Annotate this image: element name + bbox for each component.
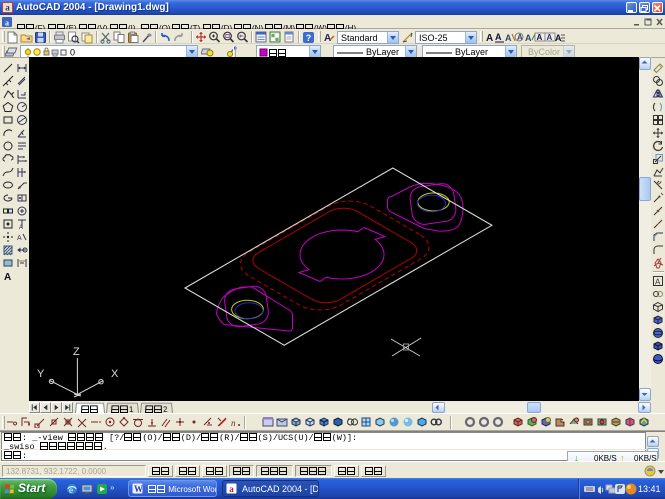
svg-text:A: A — [19, 225, 23, 230]
svg-text:A: A — [547, 33, 553, 42]
svg-text:A: A — [505, 33, 512, 43]
svg-text:a: a — [229, 484, 234, 494]
svg-text:A: A — [525, 33, 532, 43]
svg-text:A: A — [537, 33, 543, 42]
svg-text:?: ? — [306, 33, 312, 43]
svg-text:X: X — [111, 368, 119, 380]
svg-text:Y: Y — [37, 368, 45, 380]
svg-text:e: e — [69, 485, 73, 495]
svg-text:A: A — [655, 278, 661, 287]
svg-text:n: n — [231, 418, 236, 428]
svg-text:A: A — [4, 272, 11, 282]
svg-text:A: A — [495, 32, 502, 42]
svg-text:W: W — [134, 484, 143, 494]
svg-text:A: A — [324, 33, 331, 44]
svg-text:A: A — [17, 235, 22, 242]
svg-text:A: A — [517, 33, 523, 42]
svg-text:A: A — [486, 33, 493, 44]
svg-text:Z: Z — [73, 346, 80, 358]
svg-text:a: a — [5, 3, 10, 13]
svg-text:A: A — [555, 33, 562, 43]
